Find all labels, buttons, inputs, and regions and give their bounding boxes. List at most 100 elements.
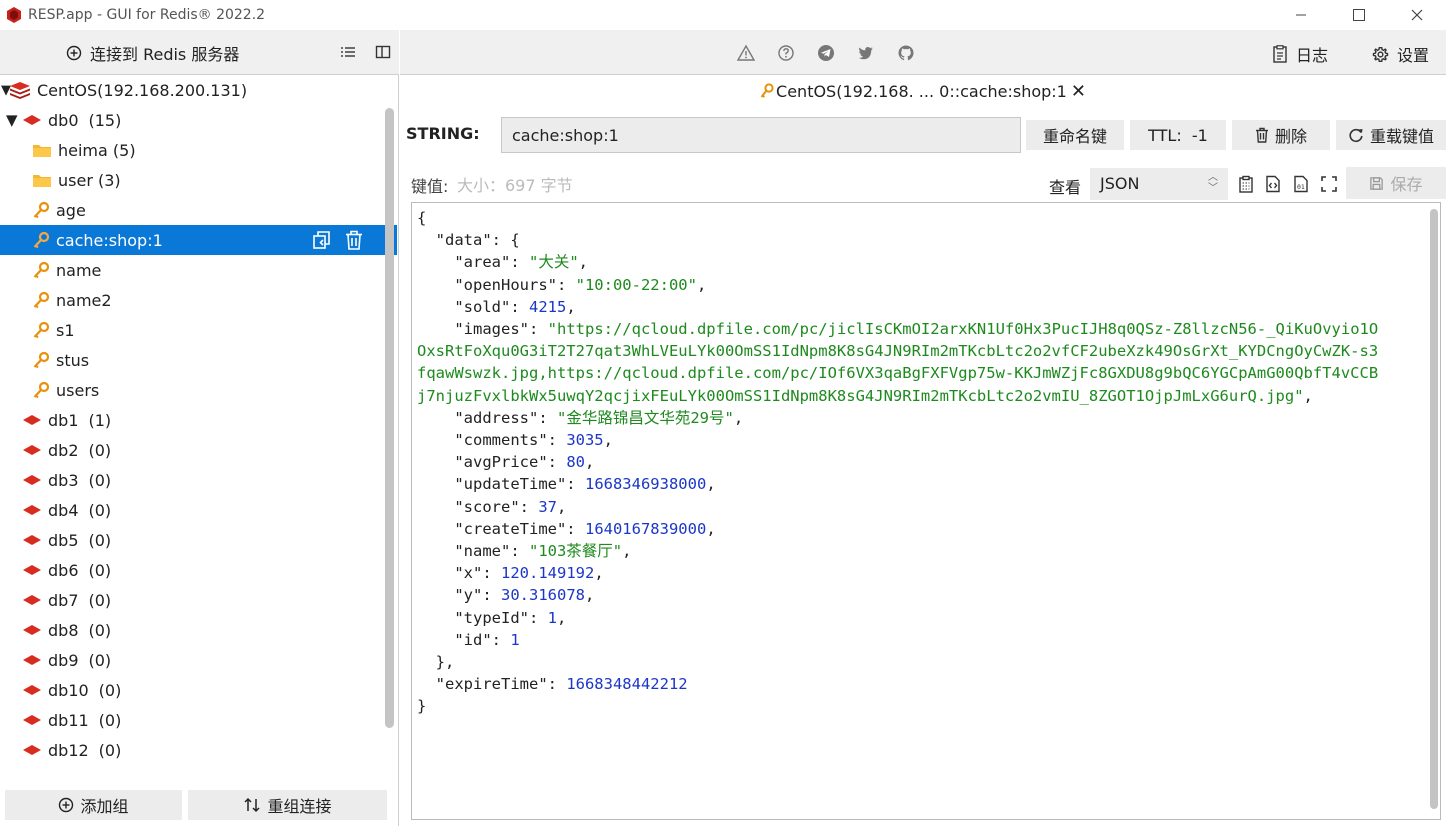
key-view-panel: 日志 设置 CentOS(192.168. ... 0::cache:shop:… xyxy=(400,30,1446,826)
tab-key-view[interactable]: CentOS(192.168. ... 0::cache:shop:1 ✕ xyxy=(760,81,1086,102)
list-icon[interactable] xyxy=(339,43,357,61)
db-icon xyxy=(23,685,41,695)
view-format-select[interactable]: JSON ︿ ﹀ xyxy=(1090,168,1228,200)
trash-icon[interactable] xyxy=(343,229,365,251)
db-item-db1[interactable]: db1 (1) xyxy=(0,405,397,435)
format-code-icon[interactable] xyxy=(1264,175,1282,193)
folder-item[interactable]: heima (5) xyxy=(0,135,397,165)
db-item-db12[interactable]: db12 (0) xyxy=(0,735,397,765)
key-item[interactable]: users xyxy=(0,375,397,405)
json-token: "x": xyxy=(417,564,501,583)
db-item-db9[interactable]: db9 (0) xyxy=(0,645,397,675)
regroup-button[interactable]: 重组连接 xyxy=(188,790,387,820)
json-token: , xyxy=(566,297,576,316)
help-icon[interactable] xyxy=(777,44,795,62)
github-icon[interactable] xyxy=(897,44,915,62)
connections-panel: 连接到 Redis 服务器 ▼ CentOS(192.168.200.131) … xyxy=(0,30,399,826)
panel-icon[interactable] xyxy=(374,43,392,61)
expand-arrow-icon[interactable]: ▼ xyxy=(6,111,22,129)
maximize-button[interactable] xyxy=(1330,0,1388,30)
log-button[interactable]: 日志 xyxy=(1272,42,1328,66)
copy-icon[interactable] xyxy=(311,229,333,251)
json-token: "id": xyxy=(417,630,511,649)
db-item-db7[interactable]: db7 (0) xyxy=(0,585,397,615)
key-item[interactable]: cache:shop:1 xyxy=(0,225,397,255)
editor-scrollbar[interactable] xyxy=(1430,209,1438,809)
db-label: db10 xyxy=(48,680,89,700)
json-code[interactable]: { "data": { "area": "大关", "openHours": "… xyxy=(417,207,1435,718)
db-item-db8[interactable]: db8 (0) xyxy=(0,615,397,645)
db-count: (0) xyxy=(88,530,112,550)
ttl-label: TTL: -1 xyxy=(1148,125,1208,145)
close-window-button[interactable] xyxy=(1388,0,1446,30)
add-group-button[interactable]: 添加组 xyxy=(5,790,182,820)
log-icon xyxy=(1273,45,1287,63)
binary-file-icon[interactable]: 01 xyxy=(1292,175,1310,193)
db-item-db2[interactable]: db2 (0) xyxy=(0,435,397,465)
key-item[interactable]: s1 xyxy=(0,315,397,345)
db-label: db6 xyxy=(48,560,79,580)
json-number: 1668346938000 xyxy=(584,475,707,494)
key-label: name2 xyxy=(56,290,112,310)
ttl-button[interactable]: TTL: -1 xyxy=(1130,120,1226,150)
log-label: 日志 xyxy=(1296,46,1329,65)
db-item-db5[interactable]: db5 (0) xyxy=(0,525,397,555)
code-line: "expireTime": 1668348442212 xyxy=(417,673,1435,695)
key-item[interactable]: stus xyxy=(0,345,397,375)
expand-arrow-icon[interactable]: ▼ xyxy=(1,83,11,98)
close-icon xyxy=(1411,9,1423,21)
json-token: "createTime": xyxy=(417,519,585,538)
reload-key-label: 重载键值 xyxy=(1369,127,1434,146)
db-label: db11 xyxy=(48,710,89,730)
code-line: "createTime": 1640167839000, xyxy=(417,518,1435,540)
db-label: db2 xyxy=(48,440,79,460)
folder-item[interactable]: user (3) xyxy=(0,165,397,195)
db-item-db6[interactable]: db6 (0) xyxy=(0,555,397,585)
telegram-icon[interactable] xyxy=(817,44,835,62)
delete-key-button[interactable]: 删除 xyxy=(1232,120,1330,150)
key-icon xyxy=(33,291,50,309)
tab-close-icon[interactable]: ✕ xyxy=(1071,81,1086,102)
regroup-label: 重组连接 xyxy=(267,797,332,816)
db-item-db3[interactable]: db3 (0) xyxy=(0,465,397,495)
fullscreen-icon[interactable] xyxy=(1320,175,1338,193)
db-item-db10[interactable]: db10 (0) xyxy=(0,675,397,705)
sort-arrows-icon xyxy=(244,797,261,813)
save-value-button[interactable]: 保存 xyxy=(1346,167,1446,199)
minimize-button[interactable] xyxy=(1272,0,1330,30)
db-item-db0[interactable]: ▼ db0 (15) xyxy=(0,105,397,135)
minimize-icon xyxy=(1296,14,1306,16)
code-line: "avgPrice": 80, xyxy=(417,451,1435,473)
json-token: , xyxy=(1303,386,1313,405)
tree-scrollbar[interactable] xyxy=(385,108,394,728)
value-editor[interactable]: { "data": { "area": "大关", "openHours": "… xyxy=(411,202,1441,820)
json-string: "103茶餐厅" xyxy=(528,542,623,561)
key-item[interactable]: age xyxy=(0,195,397,225)
db-count: (0) xyxy=(98,710,122,730)
json-token: "updateTime": xyxy=(417,475,585,494)
rename-key-button[interactable]: 重命名键 xyxy=(1026,120,1124,150)
key-icon xyxy=(33,231,50,249)
warning-icon[interactable] xyxy=(737,44,755,62)
key-name-field[interactable]: cache:shop:1 xyxy=(501,117,1021,153)
connection-item[interactable]: ▼ CentOS(192.168.200.131) xyxy=(0,75,397,105)
code-line: } xyxy=(417,695,1435,717)
code-line: "id": 1 xyxy=(417,629,1435,651)
copy-value-icon[interactable] xyxy=(1237,175,1255,193)
connect-redis-button[interactable]: 连接到 Redis 服务器 xyxy=(66,41,239,65)
json-token: "name": xyxy=(417,542,529,561)
db-item-db11[interactable]: db11 (0) xyxy=(0,705,397,735)
settings-button[interactable]: 设置 xyxy=(1372,42,1429,66)
db-item-db4[interactable]: db4 (0) xyxy=(0,495,397,525)
db-label: db3 xyxy=(48,470,79,490)
json-number: 120.149192 xyxy=(501,564,595,583)
twitter-icon[interactable] xyxy=(857,44,875,62)
db-label: db4 xyxy=(48,500,79,520)
key-item[interactable]: name2 xyxy=(0,285,397,315)
key-item[interactable]: name xyxy=(0,255,397,285)
json-token: "expireTime": xyxy=(417,675,567,694)
code-line: "openHours": "10:00-22:00", xyxy=(417,274,1435,296)
key-icon xyxy=(33,351,50,369)
reload-key-button[interactable]: 重载键值 xyxy=(1336,120,1446,150)
code-line: "typeId": 1, xyxy=(417,607,1435,629)
